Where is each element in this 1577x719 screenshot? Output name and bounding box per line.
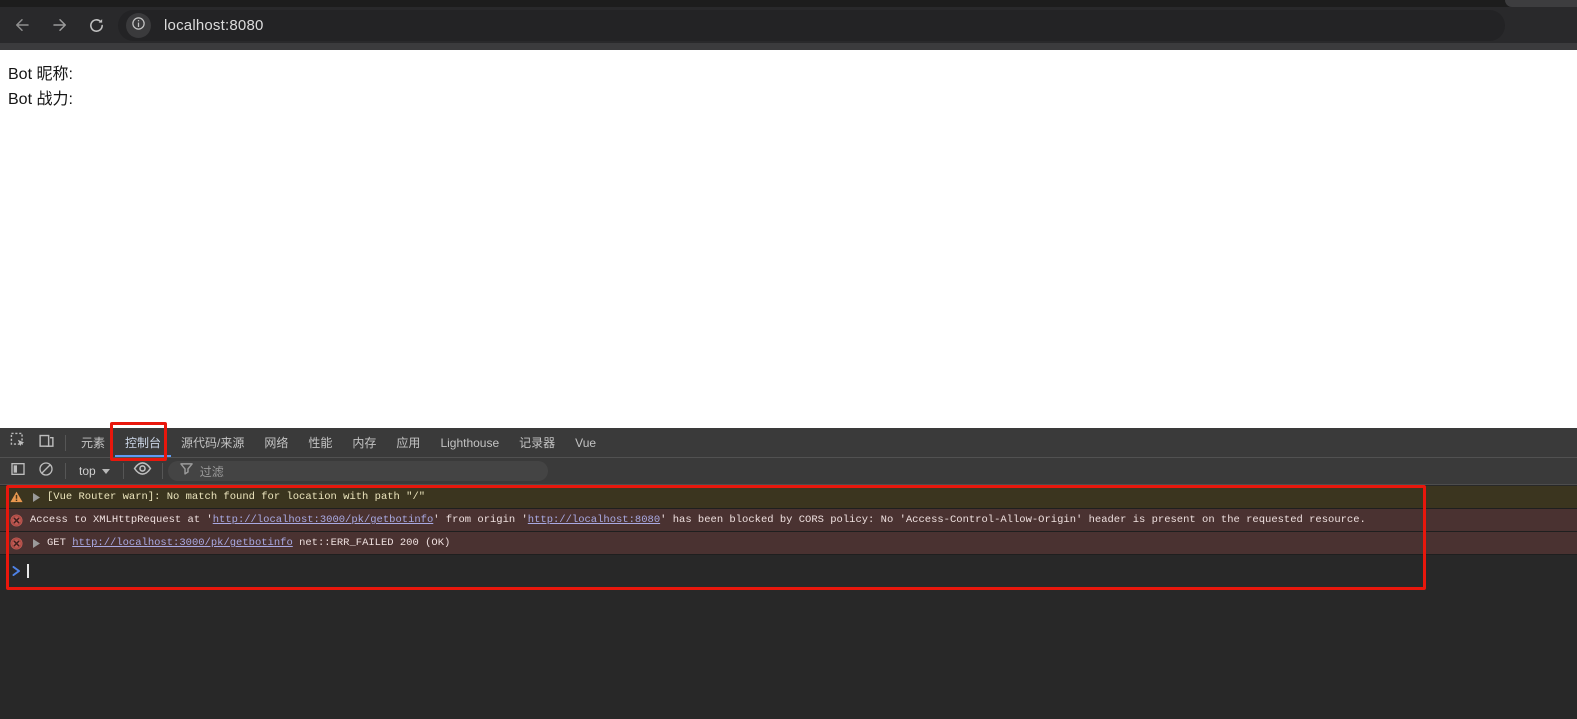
tab-network[interactable]: 网络 [254,428,298,457]
clear-console-icon [38,461,54,482]
error-icon [10,514,23,527]
console-error-row-cors: Access to XMLHttpRequest at 'http://loca… [0,509,1577,532]
reload-icon [88,17,105,34]
expand-icon[interactable] [32,539,40,548]
bookmarks-strip [0,43,1577,50]
device-toolbar-button[interactable] [32,431,60,455]
message-segment: Access to XMLHttpRequest at ' [30,514,213,526]
tab-elements[interactable]: 元素 [71,428,115,457]
live-expression-eye-icon [133,461,152,481]
warning-message-text: [Vue Router warn]: No match found for lo… [47,491,425,503]
filter-icon [180,462,193,480]
tab-console[interactable]: 控制台 [115,428,171,457]
request-url-link[interactable]: http://localhost:3000/pk/getbotinfo [213,514,434,526]
tab-strip-right-block [1505,0,1577,7]
message-segment: net::ERR_FAILED 200 (OK) [293,537,451,549]
console-filter-input[interactable]: 过滤 [168,461,548,481]
console-error-row-get: GET http://localhost:3000/pk/getbotinfo … [0,532,1577,555]
warning-icon [10,491,23,503]
error-message-text: Access to XMLHttpRequest at 'http://loca… [30,514,1366,526]
forward-button[interactable] [47,12,73,38]
console-prompt[interactable] [0,558,1577,583]
tab-application[interactable]: 应用 [386,428,430,457]
text-cursor [27,564,29,578]
console-warning-row: [Vue Router warn]: No match found for lo… [0,486,1577,509]
error-icon [10,537,23,550]
reload-button[interactable] [83,12,109,38]
devtools-panel: 元素 控制台 源代码/来源 网络 性能 内存 应用 Lighthouse 记录器… [0,428,1577,719]
forward-icon [51,16,69,34]
tab-vue[interactable]: Vue [565,428,606,457]
browser-window: localhost:8080 Bot 昵称: Bot 战力: 元素 控制台 源代… [0,0,1577,719]
devtools-tab-bar: 元素 控制台 源代码/来源 网络 性能 内存 应用 Lighthouse 记录器… [0,428,1577,457]
back-icon [13,16,31,34]
origin-url-link[interactable]: http://localhost:8080 [528,514,660,526]
divider [65,435,66,451]
device-toolbar-icon [38,432,55,454]
message-segment: ' from origin ' [433,514,528,526]
console-toolbar: top 过滤 [0,457,1577,485]
expand-icon[interactable] [32,493,40,502]
error-message-text: GET http://localhost:3000/pk/getbotinfo … [47,537,450,549]
message-segment: GET [47,537,72,549]
tab-memory[interactable]: 内存 [342,428,386,457]
bot-nickname-label: Bot 昵称: [8,62,1569,87]
divider [162,463,163,479]
address-bar[interactable]: localhost:8080 [118,10,1505,41]
inspect-element-button[interactable] [4,431,32,455]
prompt-chevron-icon [12,566,21,576]
page-content: Bot 昵称: Bot 战力: [0,50,1577,428]
console-sidebar-toggle-button[interactable] [4,459,32,483]
inspect-icon [10,432,27,454]
request-url-link[interactable]: http://localhost:3000/pk/getbotinfo [72,537,293,549]
message-segment: ' has been blocked by CORS policy: No 'A… [660,514,1366,526]
bot-power-label: Bot 战力: [8,87,1569,112]
sidebar-toggle-icon [10,461,26,482]
console-output: [Vue Router warn]: No match found for lo… [0,486,1577,719]
url-text[interactable]: localhost:8080 [164,17,264,34]
chevron-down-icon [102,469,110,474]
tab-strip [0,0,1577,7]
divider [123,463,124,479]
tab-performance[interactable]: 性能 [298,428,342,457]
tab-sources[interactable]: 源代码/来源 [171,428,254,457]
filter-placeholder: 过滤 [200,463,224,480]
divider [65,463,66,479]
context-selector[interactable]: top [71,460,118,482]
tab-lighthouse[interactable]: Lighthouse [430,428,509,457]
back-button[interactable] [9,12,35,38]
tab-recorder[interactable]: 记录器 [509,428,565,457]
site-info-icon [131,16,146,36]
live-expression-button[interactable] [129,459,157,483]
browser-toolbar: localhost:8080 [0,7,1577,43]
context-selector-label: top [79,464,96,478]
clear-console-button[interactable] [32,459,60,483]
site-info-button[interactable] [126,13,151,38]
